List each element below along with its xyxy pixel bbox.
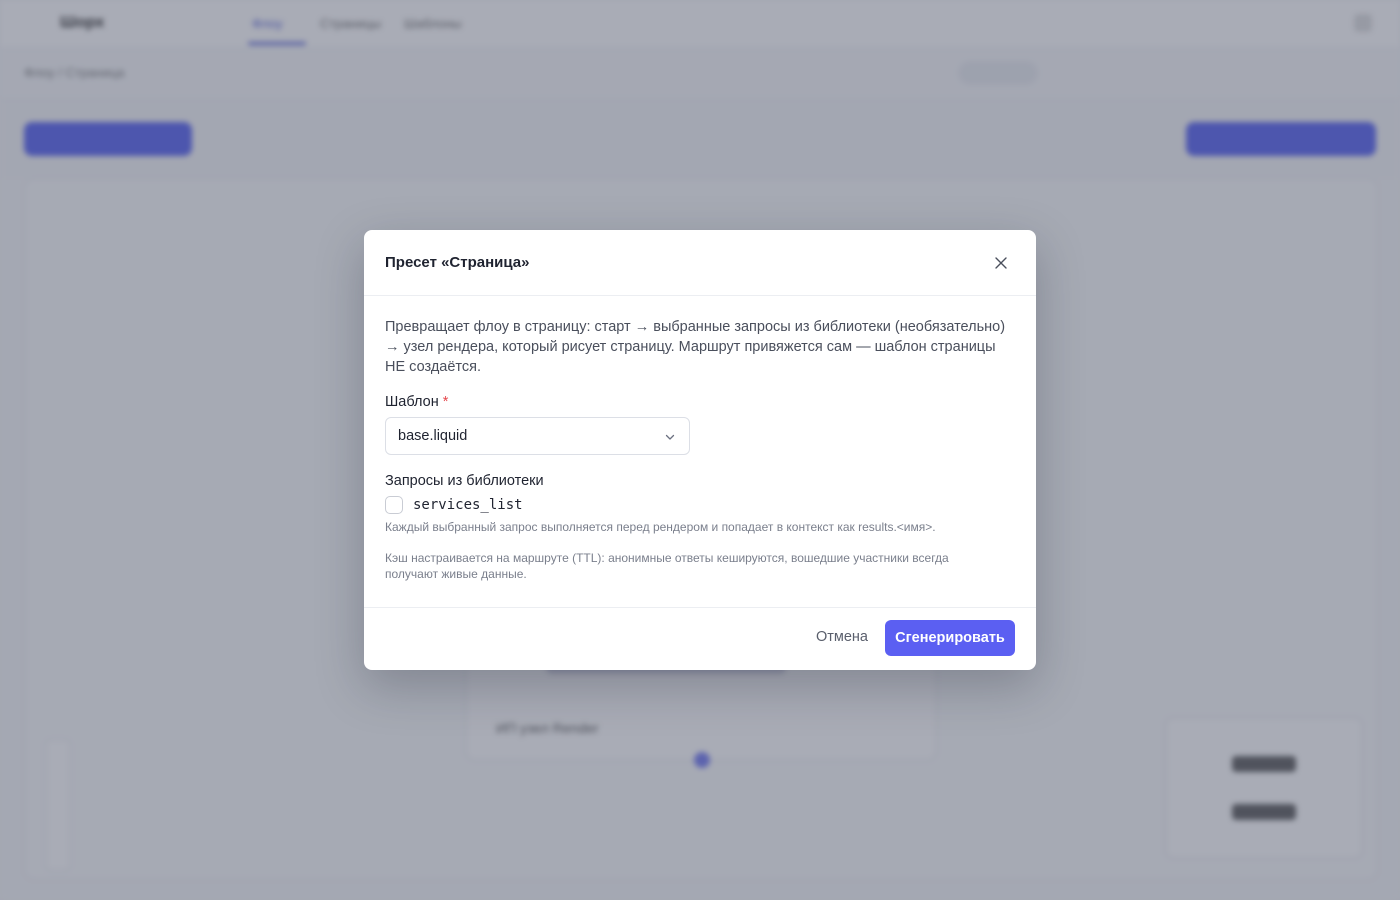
- chevron-down-icon: [665, 434, 675, 440]
- query-name[interactable]: services_list: [413, 497, 523, 513]
- template-field-label: Шаблон *: [385, 394, 1015, 410]
- required-mark: *: [442, 394, 449, 410]
- dialog-description: Превращает флоу в страницу: старт → выбр…: [385, 319, 1006, 375]
- preset-page-dialog: Пресет «Страница» Превращает флоу в стра…: [364, 230, 1036, 670]
- template-label-text: Шаблон: [385, 394, 439, 410]
- dialog-header: Пресет «Страница»: [364, 230, 1036, 296]
- queries-hint: Каждый выбранный запрос выполняется пере…: [385, 520, 936, 534]
- cancel-button[interactable]: Отмена: [816, 629, 868, 645]
- template-select[interactable]: base.liquid: [385, 417, 690, 455]
- template-select-value: base.liquid: [398, 428, 468, 444]
- close-icon: [995, 257, 1007, 269]
- close-button[interactable]: [992, 254, 1010, 272]
- dialog-title: Пресет «Страница»: [385, 254, 530, 271]
- query-checkbox[interactable]: [385, 496, 403, 514]
- dialog-body: Превращает флоу в страницу: старт → выбр…: [364, 296, 1036, 582]
- cache-hint: Кэш настраивается на маршруте (TTL): ано…: [385, 551, 949, 581]
- query-item: services_list: [385, 495, 1015, 515]
- queries-section-label: Запросы из библиотеки: [385, 473, 544, 489]
- generate-button[interactable]: Сгенерировать: [885, 620, 1015, 656]
- dialog-footer: Отмена Сгенерировать: [364, 607, 1036, 670]
